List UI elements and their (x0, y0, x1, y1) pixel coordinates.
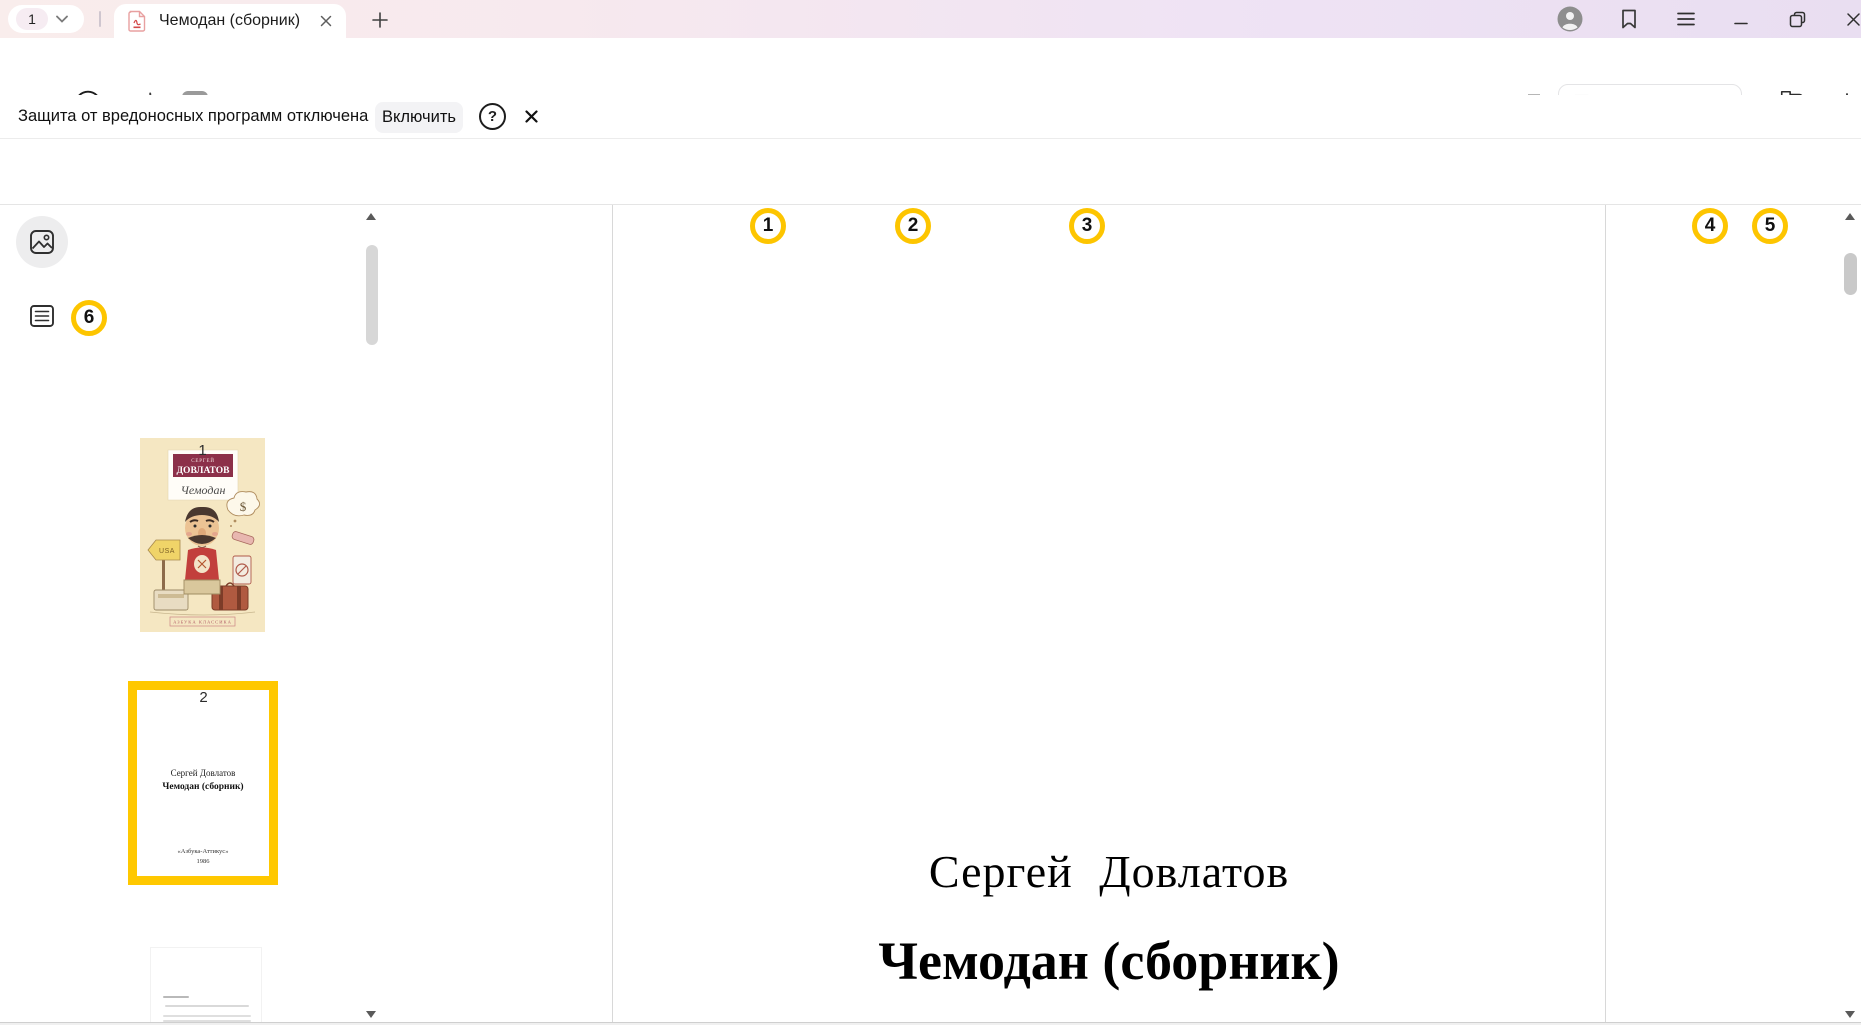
tabbar-separator (99, 11, 101, 27)
annotation-badge-1: 1 (750, 208, 786, 244)
tab-count: 1 (16, 8, 48, 30)
restore-icon (1789, 11, 1806, 28)
outline-view-button[interactable] (16, 290, 68, 342)
minimize-icon (1734, 12, 1748, 26)
cover-usa-sign: USA (159, 548, 175, 555)
thumb2-publisher: «Азбука-Аттикус» (137, 848, 269, 855)
pdf-page-2[interactable]: Сергей Довлатов Чемодан (сборник) (612, 205, 1606, 1022)
thumbnail-1-page-number: 1 (140, 442, 265, 459)
cover-title: Чемодан (181, 483, 226, 497)
annotation-badge-4: 4 (1692, 208, 1728, 244)
scrollbar-thumb[interactable] (1844, 253, 1857, 295)
warning-close-button[interactable] (519, 104, 543, 128)
thumb2-year: 1986 (137, 858, 269, 865)
window-restore-button[interactable] (1784, 6, 1810, 32)
close-icon (1846, 12, 1861, 27)
contents-list-icon (29, 304, 55, 328)
thumb2-author: Сергей Довлатов (137, 768, 269, 778)
thumbnails-view-button[interactable] (16, 216, 68, 268)
plus-icon (372, 12, 388, 28)
window-minimize-button[interactable] (1728, 6, 1754, 32)
close-icon (525, 110, 538, 123)
annotation-badge-6: 6 (71, 300, 107, 336)
cover-series-label: АЗБУКА КЛАССИКА (173, 620, 232, 625)
window-close-button[interactable] (1840, 6, 1861, 32)
bookmark-flag-icon (1619, 8, 1639, 30)
thumb2-title: Чемодан (сборник) (137, 782, 269, 792)
thumbnail-2-page-number: 2 (141, 689, 266, 706)
cover-dollar-sign: $ (240, 499, 247, 514)
profile-avatar[interactable] (1557, 6, 1583, 32)
protection-warning-bar: Защита от вредоносных программ отключена… (0, 95, 1861, 139)
warning-message: Защита от вредоносных программ отключена (18, 107, 368, 126)
browser-menu-button[interactable] (1673, 6, 1699, 32)
new-tab-button[interactable] (366, 6, 394, 34)
bookmarks-panel-button[interactable] (1616, 6, 1642, 32)
enable-protection-button[interactable]: Включить (375, 102, 463, 133)
help-button[interactable]: ? (479, 103, 506, 130)
annotation-badge-3: 3 (1069, 208, 1105, 244)
tab-title: Чемодан (сборник) (159, 12, 308, 30)
thumbnail-page-3[interactable] (150, 947, 262, 1025)
thumbnail-page-1[interactable]: СЕРГЕЙ ДОВЛАТОВ Чемодан $ USA (140, 438, 265, 632)
tab-bar: 1 Чемодан (сборник) (0, 0, 1861, 38)
tab-group-counter[interactable]: 1 (8, 5, 84, 33)
scroll-up-arrow[interactable] (1845, 213, 1855, 220)
annotation-badge-5: 5 (1752, 208, 1788, 244)
scroll-down-arrow[interactable] (366, 1011, 376, 1018)
active-tab[interactable]: Чемодан (сборник) (114, 4, 346, 38)
avatar-icon (1557, 6, 1583, 32)
address-bar: Я file:///C:/Users/User/Downloads/Чемода… (0, 38, 1861, 95)
tab-close-icon[interactable] (320, 15, 332, 27)
pdf-file-icon (128, 10, 147, 32)
pdf-toolbar: Чемодан (сборник) 2 / 21 − 100% + (0, 139, 1861, 205)
thumbnail-page-2-selected[interactable]: Сергей Довлатов Чемодан (сборник) «Азбук… (128, 681, 278, 885)
annotation-badge-2: 2 (895, 208, 931, 244)
scroll-down-arrow[interactable] (1845, 1011, 1855, 1018)
scrollbar-thumb[interactable] (366, 245, 378, 345)
hamburger-menu-icon (1676, 11, 1696, 27)
book-title: Чемодан (сборник) (613, 930, 1605, 992)
scroll-up-arrow[interactable] (366, 213, 376, 220)
image-icon (29, 229, 55, 255)
book-author: Сергей Довлатов (613, 845, 1605, 898)
chevron-down-icon (56, 15, 68, 23)
cover-author-big: ДОВЛАТОВ (177, 466, 231, 476)
